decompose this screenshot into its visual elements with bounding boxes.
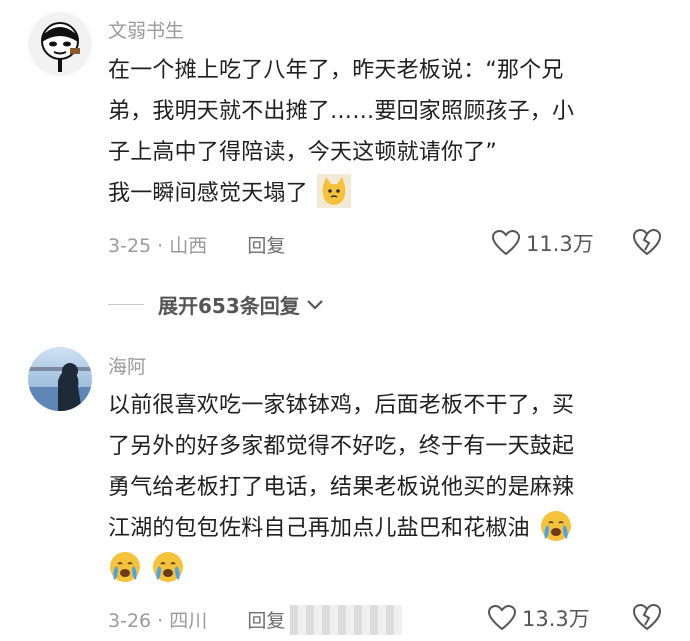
avatar[interactable] <box>28 347 92 411</box>
broken-heart-icon <box>632 603 662 631</box>
like-count: 13.3万 <box>522 607 590 631</box>
heart-icon <box>492 230 520 256</box>
comment-meta: 3-26 · 四川 回复 <box>108 610 286 632</box>
dislike-button[interactable] <box>632 603 662 633</box>
like-count: 11.3万 <box>526 232 594 256</box>
broken-heart-icon <box>632 228 662 256</box>
comment-date: 3-25 <box>108 235 152 257</box>
comment-line: 江湖的包包佐料自己再加点儿盐巴和花椒油 <box>108 516 530 541</box>
cat-emoji-icon <box>317 174 352 208</box>
crying-face-emoji-icon <box>539 509 573 543</box>
like-button[interactable]: 13.3万 <box>488 603 590 633</box>
comment-meta: 3-25 · 山西 回复 <box>108 235 286 257</box>
crying-face-emoji-icon <box>108 550 142 584</box>
expand-replies-label: 展开653条回复 <box>158 294 300 318</box>
comment-line: 以前很喜欢吃一家钵钵鸡，后面老板不干了，买 <box>108 393 575 418</box>
divider <box>108 304 144 305</box>
comment-line-with-emoji: 我一瞬间感觉天塌了 <box>108 173 668 214</box>
photo-avatar-icon <box>28 347 92 411</box>
chevron-down-icon <box>306 299 323 310</box>
avatar[interactable] <box>28 12 92 76</box>
emoji-line <box>108 549 668 590</box>
watermark-mosaic <box>290 605 402 635</box>
comment-location: 四川 <box>169 610 208 632</box>
comment-text: 在一个摊上吃了八年了，昨天老板说：“那个兄 弟，我明天就不出摊了……要回家照顾孩… <box>108 50 668 214</box>
comment-line: 我一瞬间感觉天塌了 <box>108 181 308 206</box>
reply-button[interactable]: 回复 <box>247 235 285 257</box>
comment-line: 在一个摊上吃了八年了，昨天老板说：“那个兄 <box>108 58 564 83</box>
username[interactable]: 文弱书生 <box>108 16 184 43</box>
comment-line: 子上高中了得陪读，今天这顿就请你了” <box>108 140 497 165</box>
username[interactable]: 海阿 <box>108 352 146 379</box>
crying-face-emoji-icon <box>151 550 185 584</box>
comment-text: 以前很喜欢吃一家钵钵鸡，后面老板不干了，买 了另外的好多家都觉得不好吃，终于有一… <box>108 385 668 590</box>
comment-line: 了另外的好多家都觉得不好吃，终于有一天鼓起 <box>108 434 575 459</box>
heart-icon <box>488 605 516 631</box>
comment-line: 勇气给老板打了电话，结果老板说他买的是麻辣 <box>108 475 575 500</box>
reply-button[interactable]: 回复 <box>247 610 285 632</box>
like-button[interactable]: 11.3万 <box>492 228 594 258</box>
comment-location: 山西 <box>169 235 208 257</box>
dislike-button[interactable] <box>632 228 662 258</box>
meme-face-avatar-icon <box>28 12 92 76</box>
expand-replies-button[interactable]: 展开653条回复 <box>108 290 324 319</box>
comment-date: 3-26 <box>108 610 152 632</box>
comment-line: 弟，我明天就不出摊了……要回家照顾孩子，小 <box>108 99 575 124</box>
comment-line-with-emoji: 江湖的包包佐料自己再加点儿盐巴和花椒油 <box>108 508 668 549</box>
